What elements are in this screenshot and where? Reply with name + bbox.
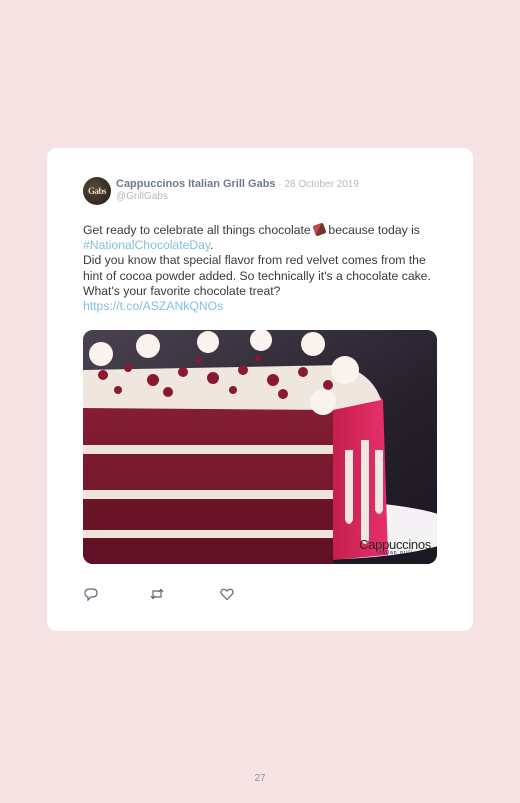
author-name[interactable]: Cappuccinos Italian Grill Gabs	[116, 178, 276, 190]
tweet-text-part3: .	[210, 238, 214, 253]
avatar-text: Gabs	[87, 186, 107, 196]
author-handle[interactable]: @GrillGabs	[116, 191, 446, 203]
like-button[interactable]	[219, 586, 235, 602]
tweet-text-part1: Get ready to celebrate all things chocol…	[83, 223, 315, 237]
author-line: Cappuccinos Italian Grill Gabs · 28 Octo…	[116, 178, 446, 191]
heart-icon	[220, 588, 234, 601]
tweet-text: Get ready to celebrate all things chocol…	[83, 222, 443, 314]
retweet-button[interactable]	[149, 586, 165, 602]
avatar[interactable]: Gabs	[83, 177, 111, 205]
image-watermark: Cappuccinos italian grill	[359, 537, 431, 556]
tweet-image[interactable]: Cappuccinos italian grill	[83, 330, 437, 564]
retweet-icon	[150, 588, 164, 600]
tweet-date[interactable]: 28 October 2019	[284, 179, 359, 190]
reply-button[interactable]	[83, 586, 99, 602]
tweet-card: Gabs Cappuccinos Italian Grill Gabs · 28…	[47, 148, 473, 631]
tweet-url-link[interactable]: https://t.co/ASZANkQNOs	[83, 299, 223, 313]
hashtag-link[interactable]: #NationalChocolateDay	[83, 238, 210, 252]
page-number: 27	[254, 773, 266, 784]
red-velvet-cake-illustration	[83, 330, 437, 564]
tweet-text-line2: Did you know that special flavor from re…	[83, 253, 431, 298]
tweet-header: Cappuccinos Italian Grill Gabs · 28 Octo…	[116, 178, 446, 203]
tweet-text-part2: because today is	[325, 223, 420, 237]
reply-icon	[84, 588, 98, 602]
